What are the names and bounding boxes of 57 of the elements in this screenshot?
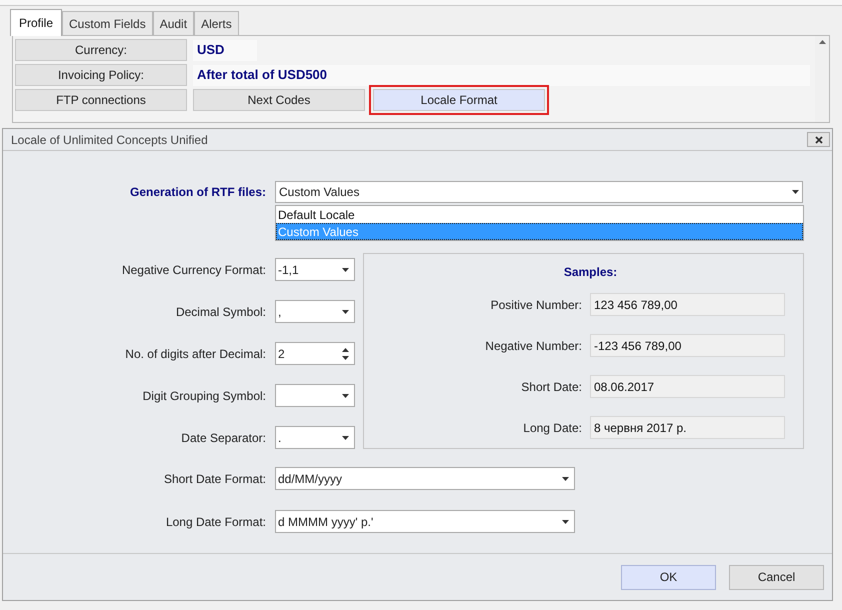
field-label: Short Date Format:: [162, 470, 266, 488]
tab[interactable]: Audit: [152, 11, 194, 35]
combobox-value: Custom Values: [279, 184, 360, 201]
close-button[interactable]: [807, 132, 830, 147]
dropdown-field[interactable]: -1,1: [275, 258, 355, 281]
tab[interactable]: Alerts: [194, 11, 239, 35]
readonly-field: 8 червня 2017 р.: [590, 416, 785, 439]
field-label: Negative Number:: [484, 338, 582, 354]
field-label: Decimal Symbol:: [174, 304, 266, 320]
field-label: Invoicing Policy:: [15, 64, 187, 86]
caret-icon: [342, 268, 349, 272]
dropdown-field[interactable]: d MMMM yyyy' р.': [275, 510, 575, 533]
dropdown-field[interactable]: ,: [275, 300, 355, 323]
field-value: ,: [278, 304, 282, 320]
dialog-title: Locale of Unlimited Concepts Unified: [11, 132, 208, 148]
field-label: Date Separator:: [180, 430, 266, 446]
button[interactable]: Cancel: [729, 564, 824, 590]
dropdown-field[interactable]: [275, 384, 355, 407]
dropdown-field[interactable]: .: [275, 426, 355, 449]
spinner-field[interactable]: 2: [275, 342, 355, 365]
caret-icon: [792, 190, 799, 194]
field-label: Long Date:: [522, 420, 582, 436]
button[interactable]: FTP connections: [15, 89, 187, 111]
field-value: After total of USD500: [193, 64, 810, 86]
rtf-generation-combobox[interactable]: Custom Values: [275, 181, 803, 203]
readonly-field: -123 456 789,00: [590, 334, 785, 357]
caret-icon: [562, 520, 569, 524]
close-icon: [814, 136, 822, 144]
button[interactable]: Next Codes: [193, 89, 365, 111]
field-label: Digit Grouping Symbol:: [142, 388, 266, 404]
dropdown-field[interactable]: dd/MM/yyyy: [275, 467, 575, 490]
field-label: Negative Currency Format:: [120, 262, 266, 278]
readonly-field: 08.06.2017: [590, 375, 785, 398]
caret-icon: [562, 476, 569, 480]
field-value: -1,1: [278, 262, 299, 278]
scroll-up-icon[interactable]: [818, 40, 826, 44]
button[interactable]: OK: [621, 564, 716, 590]
field-value: .: [278, 430, 282, 446]
caret-icon: [342, 394, 349, 398]
readonly-field: 123 456 789,00: [590, 293, 785, 316]
field-label: Long Date Format:: [164, 514, 266, 530]
field-value: d MMMM yyyy' р.': [278, 514, 374, 530]
spinner-arrows-icon[interactable]: [342, 348, 349, 360]
field-label: No. of digits after Decimal:: [124, 346, 266, 362]
group-title: Samples:: [564, 264, 618, 281]
field-value: USD: [193, 40, 257, 60]
field-value: dd/MM/yyyy: [278, 470, 342, 488]
tab[interactable]: Profile: [10, 9, 62, 36]
dropdown-option[interactable]: Default Locale: [276, 206, 803, 223]
field-value: 2: [278, 346, 285, 362]
field-label: Positive Number:: [490, 296, 582, 314]
field-label: Currency:: [15, 39, 187, 61]
field-label: Generation of RTF files:: [128, 184, 266, 201]
tab[interactable]: Custom Fields: [62, 11, 153, 35]
caret-icon: [342, 310, 349, 314]
field-label: Short Date:: [520, 378, 582, 396]
caret-icon: [342, 436, 349, 440]
